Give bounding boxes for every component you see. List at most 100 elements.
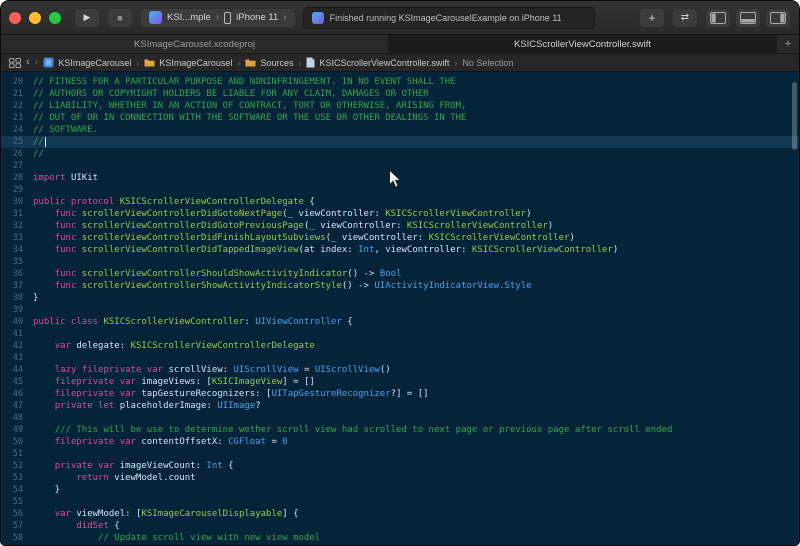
code-line[interactable]: 27 bbox=[1, 160, 799, 172]
breadcrumb-item-selection[interactable]: No Selection bbox=[462, 58, 513, 68]
line-number[interactable]: 33 bbox=[1, 232, 33, 244]
code-line[interactable]: 34 func scrollerViewControllerDidTappedI… bbox=[1, 244, 799, 256]
line-number[interactable]: 25 bbox=[1, 136, 33, 148]
code-line[interactable]: 25// bbox=[1, 136, 799, 148]
zoom-button[interactable] bbox=[49, 11, 61, 24]
back-button[interactable]: ‹ bbox=[26, 57, 30, 68]
line-number[interactable]: 34 bbox=[1, 244, 33, 256]
vertical-scrollbar[interactable] bbox=[792, 82, 797, 150]
line-number[interactable]: 53 bbox=[1, 472, 33, 484]
line-number[interactable]: 42 bbox=[1, 340, 33, 352]
line-number[interactable]: 48 bbox=[1, 412, 33, 424]
breadcrumb-item-sources[interactable]: Sources bbox=[245, 58, 293, 68]
scheme-selector[interactable]: KSI...mple › iPhone 11 › bbox=[140, 7, 296, 28]
code-line[interactable]: 55 bbox=[1, 496, 799, 508]
line-number[interactable]: 21 bbox=[1, 88, 33, 100]
run-button[interactable]: ▶ bbox=[74, 7, 100, 28]
code-line[interactable]: 31 func scrollerViewControllerDidGotoNex… bbox=[1, 208, 799, 220]
code-line[interactable]: 48 bbox=[1, 412, 799, 424]
minimize-button[interactable] bbox=[29, 11, 41, 24]
code-line[interactable]: 45 fileprivate var imageViews: [KSICImag… bbox=[1, 376, 799, 388]
breadcrumb-item-group[interactable]: KSImageCarousel bbox=[144, 58, 232, 68]
line-number[interactable]: 39 bbox=[1, 304, 33, 316]
line-number[interactable]: 40 bbox=[1, 316, 33, 328]
line-number[interactable]: 26 bbox=[1, 148, 33, 160]
line-number[interactable]: 36 bbox=[1, 268, 33, 280]
line-number[interactable]: 47 bbox=[1, 400, 33, 412]
line-number[interactable]: 28 bbox=[1, 172, 33, 184]
code-line[interactable]: 54 } bbox=[1, 484, 799, 496]
line-number[interactable]: 43 bbox=[1, 352, 33, 364]
code-line[interactable]: 52 private var imageViewCount: Int { bbox=[1, 460, 799, 472]
line-number[interactable]: 31 bbox=[1, 208, 33, 220]
code-line[interactable]: 43 bbox=[1, 352, 799, 364]
code-line[interactable]: 58 // Update scroll view with new view m… bbox=[1, 532, 799, 544]
close-button[interactable] bbox=[9, 11, 21, 24]
code-line[interactable]: 47 private let placeholderImage: UIImage… bbox=[1, 400, 799, 412]
new-tab-button[interactable]: + bbox=[777, 35, 799, 53]
code-line[interactable]: 40 public class KSICScrollerViewControlle… bbox=[1, 316, 799, 328]
line-number[interactable]: 55 bbox=[1, 496, 33, 508]
line-number[interactable]: 38 bbox=[1, 292, 33, 304]
code-line[interactable]: 35 bbox=[1, 256, 799, 268]
code-line[interactable]: 53 return viewModel.count bbox=[1, 472, 799, 484]
line-number[interactable]: 58 bbox=[1, 532, 33, 544]
tab-ksicscrollerviewcontroller-swift[interactable]: KSICScrollerViewController.swift bbox=[389, 35, 777, 53]
code-editor[interactable]: 20// FITNESS FOR A PARTICULAR PURPOSE AN… bbox=[1, 72, 799, 545]
line-number[interactable]: 27 bbox=[1, 160, 33, 172]
line-number[interactable]: 32 bbox=[1, 220, 33, 232]
line-number[interactable]: 30 bbox=[1, 196, 33, 208]
line-number[interactable]: 54 bbox=[1, 484, 33, 496]
inspector-toggle-button[interactable] bbox=[765, 7, 791, 28]
line-number[interactable]: 51 bbox=[1, 448, 33, 460]
code-line[interactable]: 49 /// This will be use to determine wet… bbox=[1, 424, 799, 436]
line-number[interactable]: 57 bbox=[1, 520, 33, 532]
code-line[interactable]: 51 bbox=[1, 448, 799, 460]
code-line[interactable]: 28 import UIKit bbox=[1, 172, 799, 184]
line-number[interactable]: 45 bbox=[1, 376, 33, 388]
code-line[interactable]: 22// LIABILITY, WHETHER IN AN ACTION OF … bbox=[1, 100, 799, 112]
code-line[interactable]: 23// OUT OF OR IN CONNECTION WITH THE SO… bbox=[1, 112, 799, 124]
code-line[interactable]: 24// SOFTWARE. bbox=[1, 124, 799, 136]
line-number[interactable]: 35 bbox=[1, 256, 33, 268]
line-number[interactable]: 50 bbox=[1, 436, 33, 448]
tab-overview-icon[interactable] bbox=[9, 57, 21, 68]
tab-ksimagecarousel-xcodeproj[interactable]: KSImageCarousel.xcodeproj bbox=[1, 35, 389, 53]
debug-area-toggle-button[interactable] bbox=[735, 7, 761, 28]
code-line[interactable]: 33 func scrollerViewControllerDidFinishL… bbox=[1, 232, 799, 244]
code-line[interactable]: 41 bbox=[1, 328, 799, 340]
library-button[interactable]: + bbox=[639, 7, 665, 28]
code-line[interactable]: 37 func scrollerViewControllerShowActivi… bbox=[1, 280, 799, 292]
code-line[interactable]: 32 func scrollerViewControllerDidGotoPre… bbox=[1, 220, 799, 232]
line-number[interactable]: 41 bbox=[1, 328, 33, 340]
line-number[interactable]: 29 bbox=[1, 184, 33, 196]
line-number[interactable]: 56 bbox=[1, 508, 33, 520]
code-line[interactable]: 44 lazy fileprivate var scrollView: UISc… bbox=[1, 364, 799, 376]
breadcrumb-item-file[interactable]: KSICScrollerViewController.swift bbox=[306, 57, 449, 68]
code-line[interactable]: 36 func scrollerViewControllerShouldShow… bbox=[1, 268, 799, 280]
line-number[interactable]: 20 bbox=[1, 76, 33, 88]
code-line[interactable]: 30 public protocol KSICScrollerViewContro… bbox=[1, 196, 799, 208]
line-number[interactable]: 46 bbox=[1, 388, 33, 400]
forward-button[interactable]: › bbox=[35, 57, 39, 68]
code-line[interactable]: 39 bbox=[1, 304, 799, 316]
code-line[interactable]: 21// AUTHORS OR COPYRIGHT HOLDERS BE LIA… bbox=[1, 88, 799, 100]
line-number[interactable]: 22 bbox=[1, 100, 33, 112]
code-line[interactable]: 57 didSet { bbox=[1, 520, 799, 532]
line-number[interactable]: 37 bbox=[1, 280, 33, 292]
code-line[interactable]: 42 var delegate: KSICScrollerViewControl… bbox=[1, 340, 799, 352]
code-line[interactable]: 50 fileprivate var contentOffsetX: CGFlo… bbox=[1, 436, 799, 448]
line-number[interactable]: 49 bbox=[1, 424, 33, 436]
code-line[interactable]: 20// FITNESS FOR A PARTICULAR PURPOSE AN… bbox=[1, 76, 799, 88]
code-line[interactable]: 38} bbox=[1, 292, 799, 304]
editor-layout-button[interactable]: ⇄ bbox=[672, 7, 698, 28]
breadcrumb-item-project[interactable]: KSImageCarousel bbox=[43, 57, 131, 68]
code-line[interactable]: 29 bbox=[1, 184, 799, 196]
line-number[interactable]: 23 bbox=[1, 112, 33, 124]
navigator-toggle-button[interactable] bbox=[705, 7, 731, 28]
line-number[interactable]: 52 bbox=[1, 460, 33, 472]
code-line[interactable]: 26// bbox=[1, 148, 799, 160]
stop-button[interactable]: ■ bbox=[107, 7, 133, 28]
line-number[interactable]: 44 bbox=[1, 364, 33, 376]
code-line[interactable]: 46 fileprivate var tapGestureRecognizers… bbox=[1, 388, 799, 400]
